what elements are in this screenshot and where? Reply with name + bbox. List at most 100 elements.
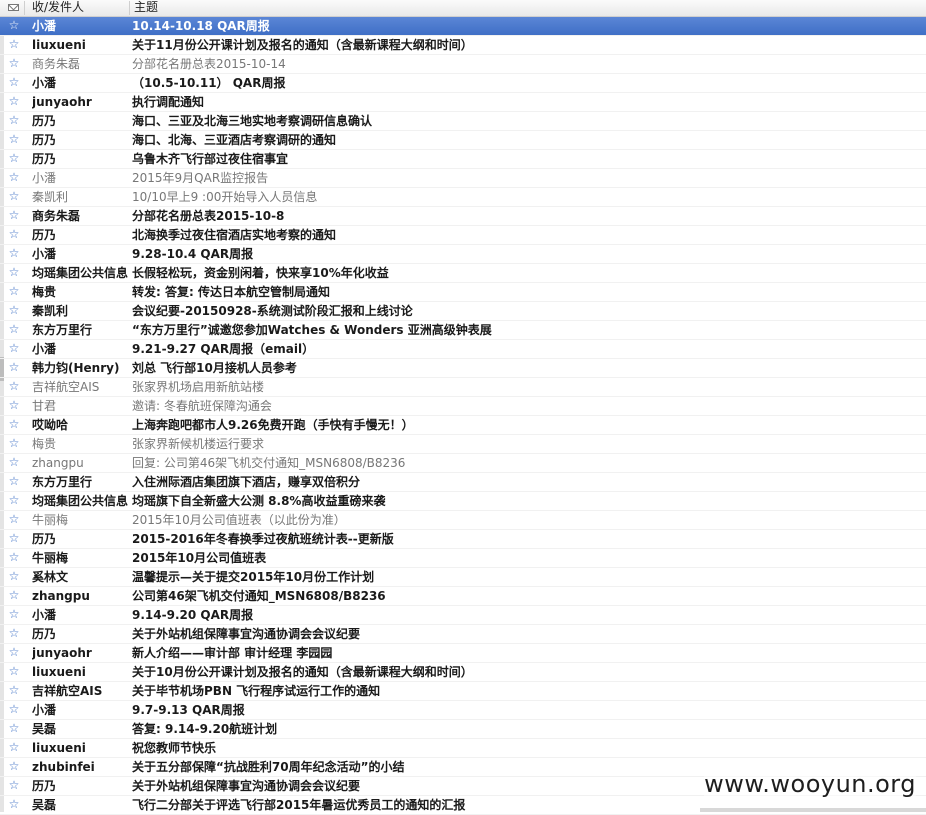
star-icon[interactable]: ☆: [8, 646, 20, 659]
message-row[interactable]: ☆ 东方万里行 “东方万里行”诚邀您参加Watches & Wonders 亚洲高级…: [0, 321, 926, 340]
message-subject: 会议纪要-20150928-系统测试阶段汇报和上线讨论: [132, 304, 413, 318]
star-icon[interactable]: ☆: [8, 475, 20, 488]
star-icon[interactable]: ☆: [8, 95, 20, 108]
star-icon[interactable]: ☆: [8, 532, 20, 545]
message-row[interactable]: ☆ liuxueni 祝您教师节快乐: [0, 739, 926, 758]
envelope-icon[interactable]: [8, 4, 19, 11]
message-row[interactable]: ☆ 商务朱磊 分部花名册总表2015-10-8: [0, 207, 926, 226]
star-icon[interactable]: ☆: [8, 684, 20, 697]
message-row[interactable]: ☆ 小潘 （10.5-10.11） QAR周报: [0, 74, 926, 93]
message-sender: 哎呦哈: [32, 418, 69, 432]
message-row[interactable]: ☆ 吴磊 飞行二分部关于评选飞行部2015年暑运优秀员工的通知的汇报: [0, 796, 926, 815]
star-icon[interactable]: ☆: [8, 285, 20, 298]
message-subject: 长假轻松玩，资金别闲着，快来享10%年化收益: [132, 266, 389, 280]
column-divider[interactable]: [24, 1, 25, 15]
star-icon[interactable]: ☆: [8, 494, 20, 507]
message-list: ☆ 小潘 10.14-10.18 QAR周报 ☆ liuxueni 关于11月份公开课计划…: [0, 17, 926, 815]
message-row[interactable]: ☆ 梅贵 转发: 答复: 传达日本航空管制局通知: [0, 283, 926, 302]
message-row[interactable]: ☆ 吴磊 答复: 9.14-9.20航班计划: [0, 720, 926, 739]
star-icon[interactable]: ☆: [8, 608, 20, 621]
message-row[interactable]: ☆ junyaohr 执行调配通知: [0, 93, 926, 112]
message-row[interactable]: ☆ 奚林文 温馨提示—关于提交2015年10月份工作计划: [0, 568, 926, 587]
star-icon[interactable]: ☆: [8, 570, 20, 583]
horizontal-scrollbar[interactable]: [700, 808, 926, 812]
star-icon[interactable]: ☆: [8, 798, 20, 811]
message-sender: 牛丽梅: [32, 551, 69, 565]
star-icon[interactable]: ☆: [8, 665, 20, 678]
message-row[interactable]: ☆ liuxueni 关于11月份公开课计划及报名的通知（含最新课程大纲和时间）: [0, 36, 926, 55]
star-icon[interactable]: ☆: [8, 19, 20, 32]
message-row[interactable]: ☆ 历乃 海口、北海、三亚酒店考察调研的通知: [0, 131, 926, 150]
message-row[interactable]: ☆ 牛丽梅 2015年10月公司值班表: [0, 549, 926, 568]
message-row[interactable]: ☆ liuxueni 关于10月份公开课计划及报名的通知（含最新课程大纲和时间）: [0, 663, 926, 682]
star-icon[interactable]: ☆: [8, 152, 20, 165]
message-row[interactable]: ☆ 历乃 关于外站机组保障事宜沟通协调会会议纪要: [0, 625, 926, 644]
star-icon[interactable]: ☆: [8, 114, 20, 127]
message-row[interactable]: ☆ zhangpu 回复: 公司第46架飞机交付通知_MSN6808/B8236: [0, 454, 926, 473]
message-row[interactable]: ☆ 小潘 9.7-9.13 QAR周报: [0, 701, 926, 720]
star-icon[interactable]: ☆: [8, 456, 20, 469]
message-row[interactable]: ☆ 东方万里行 入住洲际酒店集团旗下酒店，赚享双倍积分: [0, 473, 926, 492]
message-row[interactable]: ☆ zhangpu 公司第46架飞机交付通知_MSN6808/B8236: [0, 587, 926, 606]
star-icon[interactable]: ☆: [8, 266, 20, 279]
column-subject-header[interactable]: 主题: [134, 0, 158, 16]
message-row[interactable]: ☆ 哎呦哈 上海奔跑吧都市人9.26免费开跑（手快有手慢无！）: [0, 416, 926, 435]
message-row[interactable]: ☆ 秦凯利 会议纪要-20150928-系统测试阶段汇报和上线讨论: [0, 302, 926, 321]
star-icon[interactable]: ☆: [8, 703, 20, 716]
star-icon[interactable]: ☆: [8, 190, 20, 203]
star-icon[interactable]: ☆: [8, 304, 20, 317]
message-sender: 历乃: [32, 152, 57, 166]
star-icon[interactable]: ☆: [8, 627, 20, 640]
message-subject: “东方万里行”诚邀您参加Watches & Wonders 亚洲高级钟表展: [132, 323, 492, 337]
message-row[interactable]: ☆ 吉祥航空AIS 张家界机场启用新航站楼: [0, 378, 926, 397]
message-row[interactable]: ☆ 韩力钧(Henry) 刘总 飞行部10月接机人员参考: [0, 359, 926, 378]
star-icon[interactable]: ☆: [8, 57, 20, 70]
message-row[interactable]: ☆ 小潘 9.28-10.4 QAR周报: [0, 245, 926, 264]
message-row[interactable]: ☆ 牛丽梅 2015年10月公司值班表（以此份为准）: [0, 511, 926, 530]
star-icon[interactable]: ☆: [8, 380, 20, 393]
message-row[interactable]: ☆ 均瑶集团公共信息 长假轻松玩，资金别闲着，快来享10%年化收益: [0, 264, 926, 283]
message-row[interactable]: ☆ 秦凯利 10/10早上9 :00开始导入人员信息: [0, 188, 926, 207]
message-row[interactable]: ☆ 历乃 海口、三亚及北海三地实地考察调研信息确认: [0, 112, 926, 131]
message-row[interactable]: ☆ 历乃 2015-2016年冬春换季过夜航班统计表--更新版: [0, 530, 926, 549]
star-icon[interactable]: ☆: [8, 361, 20, 374]
message-row[interactable]: ☆ 小潘 9.21-9.27 QAR周报（email）: [0, 340, 926, 359]
star-icon[interactable]: ☆: [8, 38, 20, 51]
star-icon[interactable]: ☆: [8, 399, 20, 412]
star-icon[interactable]: ☆: [8, 741, 20, 754]
star-icon[interactable]: ☆: [8, 779, 20, 792]
message-row[interactable]: ☆ 商务朱磊 分部花名册总表2015-10-14: [0, 55, 926, 74]
star-icon[interactable]: ☆: [8, 209, 20, 222]
star-icon[interactable]: ☆: [8, 551, 20, 564]
star-icon[interactable]: ☆: [8, 228, 20, 241]
message-row[interactable]: ☆ 梅贵 张家界新候机楼运行要求: [0, 435, 926, 454]
star-icon[interactable]: ☆: [8, 247, 20, 260]
star-icon[interactable]: ☆: [8, 133, 20, 146]
message-row[interactable]: ☆ 吉祥航空AIS 关于毕节机场PBN 飞行程序试运行工作的通知: [0, 682, 926, 701]
column-divider[interactable]: [129, 1, 130, 15]
star-icon[interactable]: ☆: [8, 418, 20, 431]
star-icon[interactable]: ☆: [8, 760, 20, 773]
column-from-header[interactable]: 收/发件人: [32, 0, 84, 16]
star-icon[interactable]: ☆: [8, 513, 20, 526]
star-icon[interactable]: ☆: [8, 76, 20, 89]
message-row[interactable]: ☆ 历乃 北海换季过夜住宿酒店实地考察的通知: [0, 226, 926, 245]
message-row[interactable]: ☆ 小潘 9.14-9.20 QAR周报: [0, 606, 926, 625]
star-icon[interactable]: ☆: [8, 589, 20, 602]
message-row[interactable]: ☆ 均瑶集团公共信息 均瑶旗下自全新盛大公测 8.8%高收益重磅来袭: [0, 492, 926, 511]
star-icon[interactable]: ☆: [8, 342, 20, 355]
message-sender: 历乃: [32, 114, 57, 128]
message-row[interactable]: ☆ 小潘 2015年9月QAR监控报告: [0, 169, 926, 188]
message-row[interactable]: ☆ 甘君 邀请: 冬春航班保障沟通会: [0, 397, 926, 416]
message-subject: 上海奔跑吧都市人9.26免费开跑（手快有手慢无！）: [132, 418, 414, 432]
star-icon[interactable]: ☆: [8, 171, 20, 184]
message-row[interactable]: ☆ 小潘 10.14-10.18 QAR周报: [0, 17, 926, 36]
star-icon[interactable]: ☆: [8, 722, 20, 735]
message-sender: 梅贵: [32, 437, 57, 451]
message-subject: 海口、三亚及北海三地实地考察调研信息确认: [132, 114, 373, 128]
star-icon[interactable]: ☆: [8, 437, 20, 450]
star-icon[interactable]: ☆: [8, 323, 20, 336]
message-row[interactable]: ☆ 历乃 乌鲁木齐飞行部过夜住宿事宜: [0, 150, 926, 169]
message-subject: 执行调配通知: [132, 95, 205, 109]
message-row[interactable]: ☆ junyaohr 新人介绍——审计部 审计经理 李园园: [0, 644, 926, 663]
